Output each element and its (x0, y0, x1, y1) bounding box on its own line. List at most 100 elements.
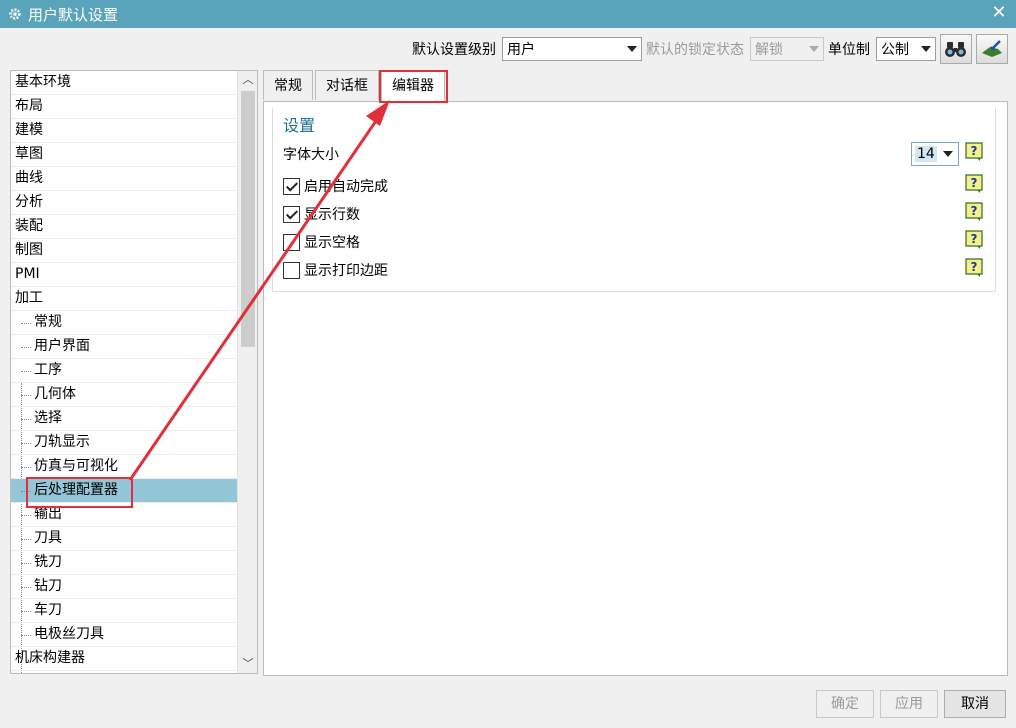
defaults-level-select[interactable]: 用户 (502, 37, 642, 61)
tab-general[interactable]: 常规 (263, 70, 313, 100)
autocomplete-label: 启用自动完成 (304, 179, 388, 195)
tab-dialog[interactable]: 对话框 (315, 70, 379, 100)
sidebar-item[interactable]: 选择 (11, 407, 238, 431)
category-list: 基本环境 布局 建模草图曲线分析装配制图 PMI 加工常规用户界面工序几何体选择刀轨显示… (11, 71, 238, 671)
sidebar-item[interactable]: 用户界面 (11, 335, 238, 359)
line-numbers-checkbox[interactable] (283, 205, 300, 223)
sidebar-item-label: 工序 (34, 362, 62, 378)
sidebar-item-label: 仿真与可视化 (34, 458, 118, 474)
show-whitespace-checkbox[interactable] (283, 233, 300, 251)
binoculars-icon (945, 42, 966, 57)
sidebar-item[interactable]: 刀具 (11, 527, 238, 551)
dialog-buttons: 确定 应用 取消 (816, 690, 1006, 718)
ok-button[interactable]: 确定 (816, 690, 874, 718)
svg-text:?: ? (971, 144, 978, 158)
tree-branch (21, 539, 31, 540)
sidebar-item[interactable]: 仿真与可视化 (11, 455, 238, 479)
sidebar-item[interactable]: 几何体 (11, 383, 238, 407)
help-icon[interactable]: ? (965, 258, 983, 278)
apply-button[interactable]: 应用 (880, 690, 938, 718)
unit-system-label: 单位制 (828, 42, 870, 58)
svg-text:?: ? (971, 176, 978, 190)
tree-branch (21, 323, 31, 324)
cancel-button[interactable]: 取消 (944, 690, 1006, 718)
sidebar-item-label: 车刀 (34, 602, 62, 618)
svg-text:?: ? (971, 260, 978, 274)
sidebar-item-label: 几何体 (34, 386, 76, 402)
option-row: 显示空格 (283, 230, 360, 254)
tree-scrollbar[interactable]: ︿ ﹀ (237, 71, 257, 673)
sidebar-item-label: 机床构建器 (15, 650, 85, 666)
settings-panel: 常规 对话框 编辑器 设置 字体大小 14 启用自动完成 显示行数 显示空格 显… (263, 70, 1008, 676)
option-row: 显示行数 (283, 202, 360, 226)
sidebar-item[interactable]: 机床构建器 (11, 647, 238, 671)
scroll-down-icon[interactable]: ﹀ (238, 655, 257, 673)
unit-system-select[interactable]: 公制 (876, 37, 936, 61)
sidebar-item[interactable]: 曲线 (11, 167, 238, 191)
print-margin-label: 显示打印边距 (304, 263, 388, 279)
sidebar-item[interactable]: 分析 (11, 191, 238, 215)
sidebar-item-label: 分析 (15, 194, 43, 210)
sidebar-item[interactable]: 电极丝刀具 (11, 623, 238, 647)
window-title: 用户默认设置 (28, 5, 119, 24)
option-row: 显示打印边距 (283, 258, 388, 282)
help-icon[interactable]: ? (965, 174, 983, 194)
sidebar-item[interactable]: 车刀 (11, 599, 238, 623)
manage-defaults-button[interactable] (976, 34, 1008, 64)
option-row: 启用自动完成 (283, 174, 388, 198)
settings-group-title: 设置 (283, 116, 316, 135)
sidebar-item[interactable]: 制图 (11, 239, 238, 263)
svg-text:?: ? (971, 232, 978, 246)
tree-branch (21, 371, 31, 372)
sidebar-item-label: 刀轨显示 (34, 434, 90, 450)
defaults-level-label: 默认设置级别 (412, 42, 496, 58)
lock-state-label: 默认的锁定状态 (646, 42, 744, 58)
sidebar-item[interactable]: 铣刀 (11, 551, 238, 575)
defaults-toolbar: 默认设置级别 用户 默认的锁定状态 解锁 单位制 公制 (412, 34, 1008, 64)
tree-branch (21, 587, 31, 588)
sidebar-item-label: 选择 (34, 410, 62, 426)
scroll-thumb[interactable] (241, 91, 255, 347)
tree-branch (21, 611, 31, 612)
highlight-box-tree-item (26, 477, 133, 508)
sidebar-item[interactable]: PMI (11, 263, 238, 287)
sidebar-item-label: 装配 (15, 218, 43, 234)
tree-branch (21, 467, 31, 468)
sidebar-item-label: 加工 (15, 290, 43, 306)
close-icon[interactable]: ✕ (990, 4, 1008, 22)
sidebar-item[interactable]: 建模 (11, 119, 238, 143)
sidebar-item-label: 用户界面 (34, 338, 90, 354)
sidebar-item[interactable]: 加工 (11, 287, 238, 311)
sidebar-item-label: 刀具 (34, 530, 62, 546)
tree-branch (21, 419, 31, 420)
gear-icon (9, 8, 21, 20)
autocomplete-checkbox[interactable] (283, 177, 300, 195)
show-whitespace-label: 显示空格 (304, 235, 360, 251)
chevron-down-icon (627, 46, 637, 52)
sidebar-item[interactable]: 布局 (11, 95, 238, 119)
sidebar-item[interactable]: 常规 (11, 311, 238, 335)
help-icon[interactable]: ? (965, 202, 983, 222)
sidebar-item-label: 钻刀 (34, 578, 62, 594)
print-margin-checkbox[interactable] (283, 261, 300, 279)
sidebar-item-label: 铣刀 (34, 554, 62, 570)
help-icon[interactable]: ? (965, 142, 983, 162)
sidebar-item[interactable]: 工序 (11, 359, 238, 383)
chevron-down-icon (809, 46, 819, 52)
sidebar-item-label: 草图 (15, 146, 43, 162)
sidebar-item[interactable]: 装配 (11, 215, 238, 239)
scroll-up-icon[interactable]: ︿ (238, 71, 257, 89)
find-default-button[interactable] (940, 34, 972, 64)
sidebar-item[interactable]: 基本环境 (11, 71, 238, 95)
sidebar-item[interactable]: 刀轨显示 (11, 431, 238, 455)
help-icon[interactable]: ? (965, 230, 983, 250)
category-tree[interactable]: 基本环境 布局 建模草图曲线分析装配制图 PMI 加工常规用户界面工序几何体选择刀轨显示… (10, 70, 258, 674)
sidebar-item-label: 常规 (34, 314, 62, 330)
title-bar: 用户默认设置 ✕ (0, 0, 1016, 28)
font-size-select[interactable]: 14 (911, 142, 959, 166)
sidebar-item[interactable]: 草图 (11, 143, 238, 167)
tree-branch (21, 347, 31, 348)
sidebar-item[interactable]: 钻刀 (11, 575, 238, 599)
tree-branch (21, 515, 31, 516)
font-size-value: 14 (915, 146, 937, 162)
